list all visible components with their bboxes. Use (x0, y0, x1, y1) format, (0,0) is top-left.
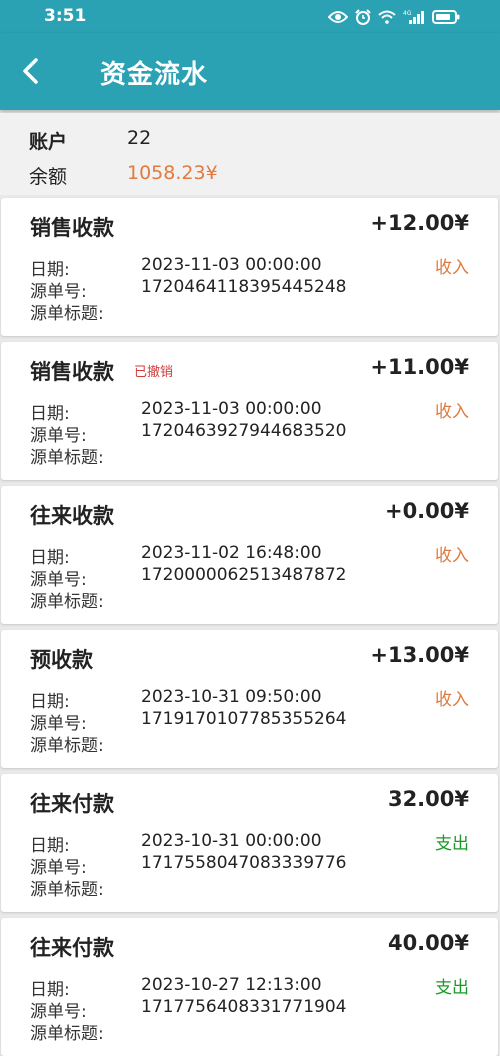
transaction-card[interactable]: 往来收款 +0.00¥ 收入 日期: 2023-11-02 16:48:00 源… (1, 486, 498, 624)
app-bar: 资金流水 (0, 33, 500, 110)
back-button[interactable] (14, 53, 50, 89)
transaction-card[interactable]: 往来付款 32.00¥ 支出 日期: 2023-10-31 00:00:00 源… (1, 774, 498, 912)
date-value: 2023-11-03 00:00:00 (141, 255, 322, 275)
date-value: 2023-10-27 12:13:00 (141, 975, 322, 995)
transaction-card[interactable]: 往来付款 40.00¥ 支出 日期: 2023-10-27 12:13:00 源… (1, 918, 498, 1056)
transaction-type: 销售收款 (30, 216, 114, 240)
source-title-label: 源单标题: (30, 1024, 104, 1044)
transaction-card[interactable]: 预收款 +13.00¥ 收入 日期: 2023-10-31 09:50:00 源… (1, 630, 498, 768)
alarm-icon (355, 9, 371, 25)
transaction-amount: +13.00¥ (370, 643, 469, 667)
account-label: 账户 (29, 131, 68, 153)
source-title-label: 源单标题: (30, 736, 104, 756)
source-no-value: 1720464118395445248 (141, 277, 347, 297)
transaction-amount: +12.00¥ (370, 211, 469, 235)
date-value: 2023-10-31 00:00:00 (141, 831, 322, 851)
transaction-type: 预收款 (30, 648, 93, 672)
eye-icon (328, 10, 348, 24)
status-icons: 4G (328, 8, 460, 26)
balance-value: 1058.23¥ (127, 162, 218, 184)
transaction-type: 往来付款 (30, 936, 114, 960)
source-no-value: 1720000062513487872 (141, 565, 347, 585)
transaction-type: 销售收款 (30, 360, 114, 384)
source-no-value: 1717558047083339776 (141, 853, 347, 873)
transaction-amount: 32.00¥ (387, 787, 469, 811)
date-value: 2023-11-03 00:00:00 (141, 399, 322, 419)
transaction-amount: 40.00¥ (387, 931, 469, 955)
status-time: 3:51 (44, 6, 87, 26)
flow-tag: 收入 (435, 258, 469, 278)
account-value: 22 (127, 127, 152, 149)
source-title-label: 源单标题: (30, 592, 104, 612)
transaction-amount: +11.00¥ (370, 355, 469, 379)
cancel-badge: 已撤销 (134, 365, 174, 380)
source-no-value: 1717756408331771904 (141, 997, 347, 1017)
flow-tag: 收入 (435, 690, 469, 710)
transaction-card[interactable]: 销售收款 +12.00¥ 收入 日期: 2023-11-03 00:00:00 … (1, 198, 498, 336)
flow-tag: 支出 (435, 978, 469, 998)
date-value: 2023-11-02 16:48:00 (141, 543, 322, 563)
battery-icon (432, 10, 460, 24)
flow-tag: 收入 (435, 402, 469, 422)
chevron-left-icon (23, 58, 38, 84)
status-bar: 3:51 4G (0, 0, 500, 33)
transaction-type: 往来收款 (30, 504, 114, 528)
svg-text:4G: 4G (403, 10, 412, 17)
source-no-value: 1719170107785355264 (141, 709, 347, 729)
transaction-card[interactable]: 销售收款 已撤销 +11.00¥ 收入 日期: 2023-11-03 00:00… (1, 342, 498, 480)
wifi-icon (378, 10, 396, 24)
signal-4g-icon: 4G (403, 9, 425, 25)
transaction-type: 往来付款 (30, 792, 114, 816)
source-no-value: 1720463927944683520 (141, 421, 347, 441)
flow-tag: 支出 (435, 834, 469, 854)
source-title-label: 源单标题: (30, 448, 104, 468)
date-value: 2023-10-31 09:50:00 (141, 687, 322, 707)
source-title-label: 源单标题: (30, 304, 104, 324)
account-summary: 账户 22 余额 1058.23¥ (0, 113, 500, 195)
flow-tag: 收入 (435, 546, 469, 566)
page-title: 资金流水 (100, 60, 209, 90)
balance-label: 余额 (29, 166, 68, 188)
transaction-amount: +0.00¥ (384, 499, 469, 523)
source-title-label: 源单标题: (30, 880, 104, 900)
